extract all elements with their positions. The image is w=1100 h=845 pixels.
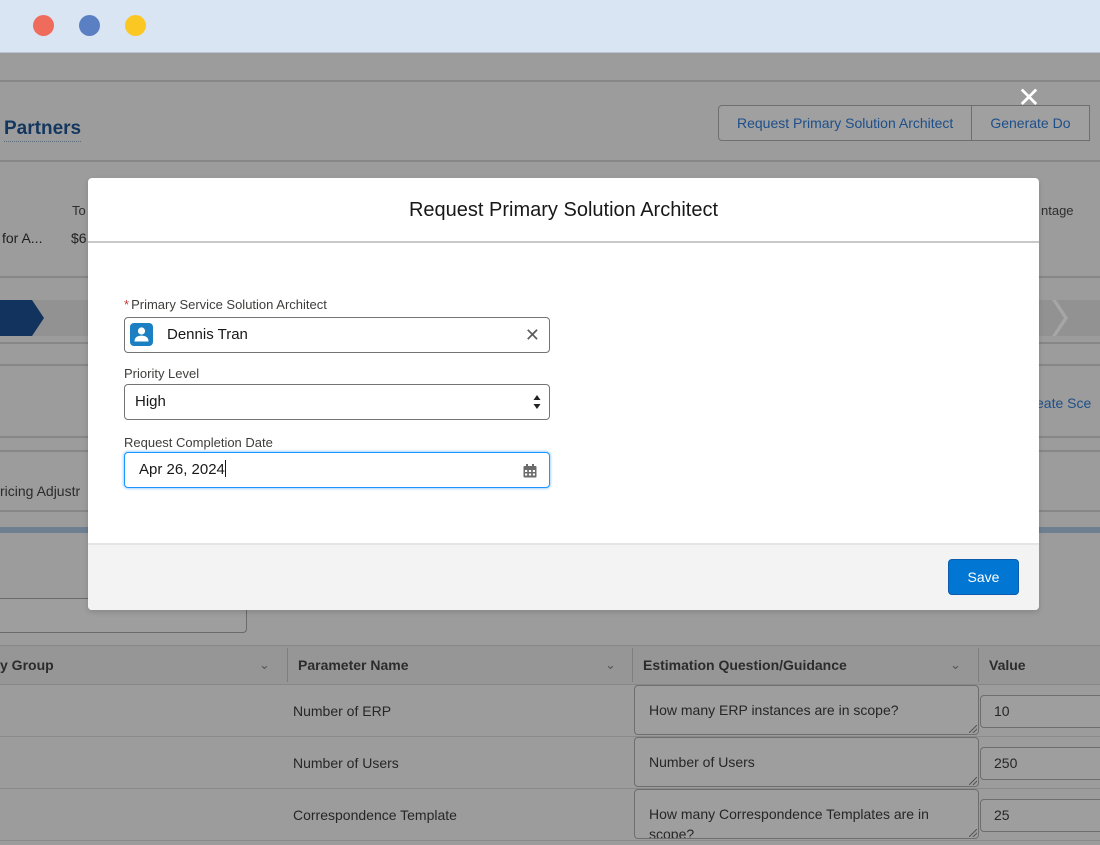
value-input[interactable]: 10 xyxy=(980,695,1100,728)
chevron-down-icon[interactable]: ⌄ xyxy=(259,646,270,684)
window-close-button[interactable] xyxy=(33,15,54,36)
column-header-group[interactable]: y Group xyxy=(0,646,54,684)
required-indicator: * xyxy=(124,297,130,312)
table-row: Number of Users Number of Users 250 xyxy=(0,737,1100,789)
estimation-question-text: How many Correspondence Templates are in… xyxy=(649,806,929,839)
clear-selection-icon[interactable]: ✕ xyxy=(525,318,540,352)
modal-footer: Save xyxy=(88,543,1039,610)
divider xyxy=(0,80,1100,82)
window-minimize-button[interactable] xyxy=(79,15,100,36)
user-avatar-icon xyxy=(130,323,153,346)
highlight-label: ntage xyxy=(1041,203,1074,218)
priority-selected-value: High xyxy=(135,393,166,410)
request-architect-modal: Request Primary Solution Architect * Prim… xyxy=(88,178,1039,610)
save-button[interactable]: Save xyxy=(948,559,1019,595)
record-title[interactable]: Partners xyxy=(4,118,82,142)
request-primary-solution-architect-button[interactable]: Request Primary Solution Architect xyxy=(718,105,973,141)
priority-field-label: Priority Level xyxy=(124,366,200,381)
window-maximize-button[interactable] xyxy=(125,15,146,36)
column-separator xyxy=(978,648,979,682)
text-cursor xyxy=(224,460,226,477)
highlight-value: $6 xyxy=(71,230,87,246)
create-scenario-button[interactable]: eate Sce xyxy=(1036,395,1091,411)
completion-date-field-label: Request Completion Date xyxy=(124,435,273,450)
column-header-parameter-name[interactable]: Parameter Name xyxy=(298,646,409,684)
parameter-name-cell: Number of Users xyxy=(293,755,399,771)
resize-handle-icon[interactable] xyxy=(969,777,977,785)
parameter-name-cell: Correspondence Template xyxy=(293,807,457,823)
estimation-question-text: Number of Users xyxy=(649,754,755,770)
modal-header: Request Primary Solution Architect xyxy=(88,178,1039,243)
column-separator xyxy=(632,648,633,682)
column-header-estimation-question[interactable]: Estimation Question/Guidance xyxy=(643,646,847,684)
resize-handle-icon[interactable] xyxy=(969,829,977,837)
tab-pricing-adjustments[interactable]: ricing Adjustr xyxy=(0,483,80,499)
modal-body: * Primary Service Solution Architect Denn… xyxy=(88,243,1039,543)
architect-field-label: * Primary Service Solution Architect xyxy=(124,297,327,312)
column-separator xyxy=(287,648,288,682)
parameter-name-cell: Number of ERP xyxy=(293,703,392,719)
highlight-value: for A... xyxy=(2,230,43,246)
architect-selected-value: Dennis Tran xyxy=(167,326,248,343)
column-header-value[interactable]: Value xyxy=(989,646,1026,684)
estimation-question-textarea[interactable]: Number of Users xyxy=(634,737,979,787)
estimation-question-textarea[interactable]: How many ERP instances are in scope? xyxy=(634,685,979,735)
divider xyxy=(0,160,1100,162)
close-icon[interactable]: ✕ xyxy=(1017,84,1041,112)
table-row: Correspondence Template How many Corresp… xyxy=(0,789,1100,841)
calendar-icon[interactable] xyxy=(523,464,537,478)
value-input[interactable]: 250 xyxy=(980,747,1100,780)
highlight-label: To xyxy=(72,203,86,218)
table-header: y Group ⌄ Parameter Name ⌄ Estimation Qu… xyxy=(0,645,1100,685)
resize-handle-icon[interactable] xyxy=(969,725,977,733)
estimation-question-text: How many ERP instances are in scope? xyxy=(649,702,899,718)
chevron-down-icon[interactable]: ⌄ xyxy=(950,646,961,684)
select-arrows-icon xyxy=(532,391,542,413)
completion-date-value: Apr 26, 2024 xyxy=(139,460,226,478)
completion-date-input[interactable]: Apr 26, 2024 xyxy=(124,452,550,488)
value-input[interactable]: 25 xyxy=(980,799,1100,832)
chevron-down-icon[interactable]: ⌄ xyxy=(605,646,616,684)
modal-title: Request Primary Solution Architect xyxy=(408,199,719,221)
table-row: Number of ERP How many ERP instances are… xyxy=(0,685,1100,737)
estimation-question-textarea[interactable]: How many Correspondence Templates are in… xyxy=(634,789,979,839)
window-titlebar xyxy=(0,0,1100,53)
architect-lookup-field[interactable]: Dennis Tran ✕ xyxy=(124,317,550,353)
priority-level-select[interactable]: High xyxy=(124,384,550,420)
